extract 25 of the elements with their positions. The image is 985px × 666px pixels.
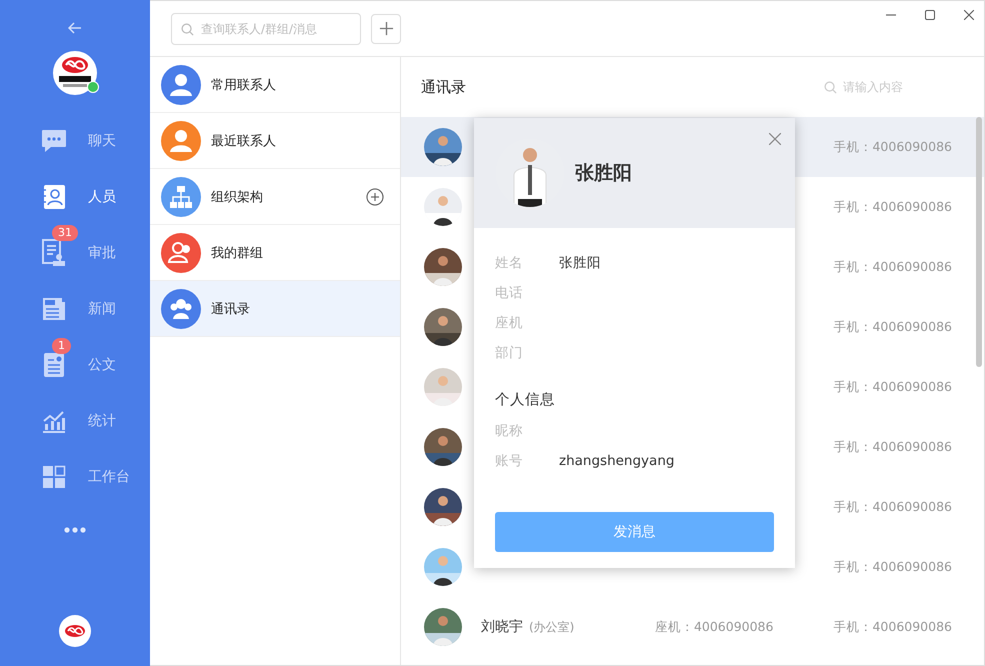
field-label: 电话 bbox=[495, 284, 524, 302]
panel-title: 通讯录 bbox=[421, 78, 466, 96]
count-badge: 31 bbox=[52, 225, 78, 241]
count-badge: 1 bbox=[52, 338, 71, 354]
landline-number: 座机：4006090086 bbox=[654, 618, 774, 636]
mobile-number: 手机：4006090086 bbox=[833, 378, 952, 396]
section-title: 个人信息 bbox=[495, 391, 556, 410]
field-label: 部门 bbox=[495, 344, 524, 362]
profile-name: 张胜阳 bbox=[575, 161, 632, 186]
mobile-number: 手机：4006090086 bbox=[833, 318, 952, 336]
mobile-number: 手机：4006090086 bbox=[833, 198, 952, 216]
field-label: 姓名 bbox=[495, 254, 524, 272]
mobile-number: 手机：4006090086 bbox=[833, 618, 952, 636]
contact-name: 刘晓宇 bbox=[481, 618, 523, 636]
field-value: 张胜阳 bbox=[559, 254, 601, 272]
mobile-number: 手机：4006090086 bbox=[833, 438, 952, 456]
department-label: (办公室) bbox=[529, 618, 574, 636]
field-label: 昵称 bbox=[495, 422, 524, 440]
field-label: 账号 bbox=[495, 452, 524, 470]
mobile-number: 手机：4006090086 bbox=[833, 138, 952, 156]
mobile-number: 手机：4006090086 bbox=[833, 558, 952, 576]
mobile-number: 手机：4006090086 bbox=[833, 498, 952, 516]
mobile-number: 手机：4006090086 bbox=[833, 258, 952, 276]
field-value: zhangshengyang bbox=[559, 453, 674, 469]
field-label: 座机 bbox=[495, 314, 524, 332]
